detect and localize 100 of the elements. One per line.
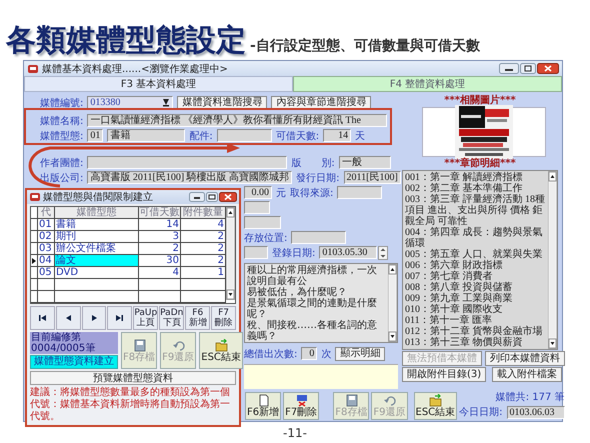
text-field[interactable]: 書籍: [107, 129, 186, 142]
list-item[interactable]: 011：第十一章 匯率: [405, 315, 546, 326]
page-button[interactable]: PaUp 上頁: [133, 306, 158, 330]
list-item[interactable]: 005：第五章 人口、就業與失業: [405, 249, 546, 260]
search-button[interactable]: 媒體資料進階搜尋: [177, 96, 268, 110]
list-item[interactable]: 013：第十三章 物價與薪資: [405, 337, 546, 348]
text-line: 是景氣循環之間的連動是什麼呢？: [247, 298, 378, 320]
list-item[interactable]: 006：第六章 財政指標: [405, 260, 546, 271]
table-cell[interactable]: 書籍: [55, 219, 139, 230]
field-label: 登錄日期:: [272, 246, 316, 260]
list-item[interactable]: 004：第四章 成長：趨勢與景氣循環: [405, 227, 546, 249]
page-button[interactable]: PaDn 下頁: [159, 306, 184, 330]
date-field[interactable]: 0103.06.03: [506, 406, 565, 418]
text-field[interactable]: 一般: [338, 156, 391, 169]
maximize-button[interactable]: [520, 63, 536, 74]
tab[interactable]: F4 整體資料處理: [293, 76, 562, 92]
list-item[interactable]: 001：第一章 解讀經濟指標: [405, 172, 546, 183]
text-field[interactable]: 一口氣讀懂經濟指標 《經濟學人》教你看懂所有財經資訊 The: [87, 114, 388, 127]
text-field[interactable]: 高寶書版 2011[民100] 騎樓出版 高寶國際城邦: [87, 171, 292, 184]
column-header[interactable]: 代: [38, 207, 55, 218]
text-field[interactable]: [87, 156, 288, 169]
close-button[interactable]: [219, 192, 237, 202]
tab[interactable]: F3 基本資料處理: [24, 76, 293, 92]
text-field[interactable]: 0.00: [244, 186, 272, 199]
action-button[interactable]: 列印本媒體資料: [485, 351, 565, 366]
field-label: 版 別:: [291, 156, 335, 170]
details-button[interactable]: 顯示明細: [335, 346, 386, 360]
field-label: 發行日期:: [296, 172, 340, 184]
scrollbar[interactable]: [548, 171, 557, 349]
minimize-button[interactable]: [189, 192, 205, 202]
table-cell: 3: [139, 231, 181, 242]
list-item[interactable]: 012：第十二章 貨幣與金融市場: [405, 326, 546, 337]
field-label: 媒體型態:: [40, 130, 84, 142]
text-field[interactable]: [244, 201, 270, 214]
search-button[interactable]: 內容與章節進階搜尋: [271, 96, 372, 110]
table-cell: 2: [139, 243, 181, 254]
page-button[interactable]: F6 新增: [185, 306, 210, 330]
list-item[interactable]: 008：第八章 投資與儲蓄: [405, 282, 546, 293]
document-icon: [256, 394, 270, 406]
maximize-button[interactable]: [206, 192, 218, 202]
action-button[interactable]: 開啟附件目錄(3): [402, 367, 486, 382]
scrollbar[interactable]: [388, 264, 397, 342]
field-label: 今日日期:: [459, 406, 503, 419]
undo-icon: [382, 394, 396, 406]
record-count: 媒體共: 177 筆: [496, 392, 565, 404]
table-cell[interactable]: DVD: [55, 267, 139, 278]
description-box[interactable]: 種以上的常用經濟指標，一次說明自最有公 易被低估，為什麼呢？ 是景氣循環之間的連動是什麼呢？ 稅、間接稅……各種名詞的意義嗎？: [244, 263, 398, 343]
field-label: 可借天數:: [276, 130, 320, 142]
app-icon: [27, 62, 39, 74]
dropdown-field[interactable]: 013380: [87, 96, 174, 109]
date-field[interactable]: 0103.05.30: [319, 246, 378, 259]
table-cell[interactable]: 論文: [55, 255, 139, 266]
list-item[interactable]: 007：第七章 消費者: [405, 271, 546, 282]
count-field[interactable]: 0: [301, 347, 318, 360]
toolbar-button[interactable]: F7刪除: [283, 392, 320, 420]
column-header[interactable]: 附件數量: [181, 207, 226, 218]
field-label: 存放位置:: [244, 232, 288, 244]
field-label: 媒體編號:: [40, 96, 84, 110]
preview-button[interactable]: 預覽媒體型態資料: [30, 371, 236, 385]
close-button[interactable]: [537, 63, 559, 74]
delete-icon: [294, 394, 308, 406]
table-cell: 30: [139, 255, 181, 266]
note-text: 建議：將媒體型態數量最多的種類設為第一個代號：媒體基本資料新增時將自動預設為第一代號。: [30, 387, 231, 423]
text-field[interactable]: 14: [323, 129, 352, 142]
table-cell: 14: [139, 219, 181, 230]
table-cell[interactable]: 辦公文件檔案: [55, 243, 139, 254]
minimize-button[interactable]: [499, 63, 519, 74]
text-field[interactable]: 2011[民100]: [344, 171, 401, 184]
app-icon: [29, 191, 41, 203]
text-field[interactable]: [244, 246, 268, 259]
unit-label: 天: [355, 130, 366, 142]
page-button[interactable]: F7 刪除: [211, 306, 236, 330]
mode-button[interactable]: 媒體型態資料建立: [30, 355, 118, 369]
field-label: 總借出次數:: [244, 348, 298, 360]
list-item[interactable]: 002：第二章 基本準備工作: [405, 183, 546, 194]
list-item[interactable]: 010：第十章 國際收支: [405, 304, 546, 315]
list-item[interactable]: 009：第九章 工業與商業: [405, 293, 546, 304]
list-item[interactable]: 003：第三章 評量經濟活動 18種項目 進出、支出與所得 價格 鉅觀全局 可靠性: [405, 194, 546, 227]
toolbar-button[interactable]: ESC結束: [199, 332, 243, 369]
column-header[interactable]: 可借天數: [139, 207, 181, 218]
slide-subtitle: -自行設定型態、可借數量與可借天數: [250, 37, 480, 55]
text-field[interactable]: [291, 231, 346, 244]
text-field[interactable]: [216, 129, 272, 142]
table-cell: 03: [38, 243, 55, 254]
text-field[interactable]: 01: [87, 129, 104, 142]
folder-icon: [214, 338, 228, 352]
text-field[interactable]: [337, 186, 382, 199]
action-button[interactable]: 載入附件檔案: [492, 367, 562, 382]
toolbar-button[interactable]: ESC結束: [414, 392, 458, 420]
text-line: 易被低估，為什麼呢？: [247, 287, 348, 298]
unit-label: 次: [321, 348, 332, 360]
spinner-icon[interactable]: [378, 246, 388, 260]
table-cell[interactable]: 期刊: [55, 231, 139, 242]
field-label: 媒體名稱:: [40, 114, 84, 128]
column-header[interactable]: 媒體型態: [55, 207, 139, 218]
toolbar-button[interactable]: F6新增: [245, 392, 282, 420]
chapter-list[interactable]: [402, 170, 558, 350]
text-line: 稅、間接稅……各種名詞的意義嗎？: [247, 320, 378, 342]
text-field[interactable]: [244, 216, 281, 229]
scrollbar[interactable]: [226, 207, 235, 300]
